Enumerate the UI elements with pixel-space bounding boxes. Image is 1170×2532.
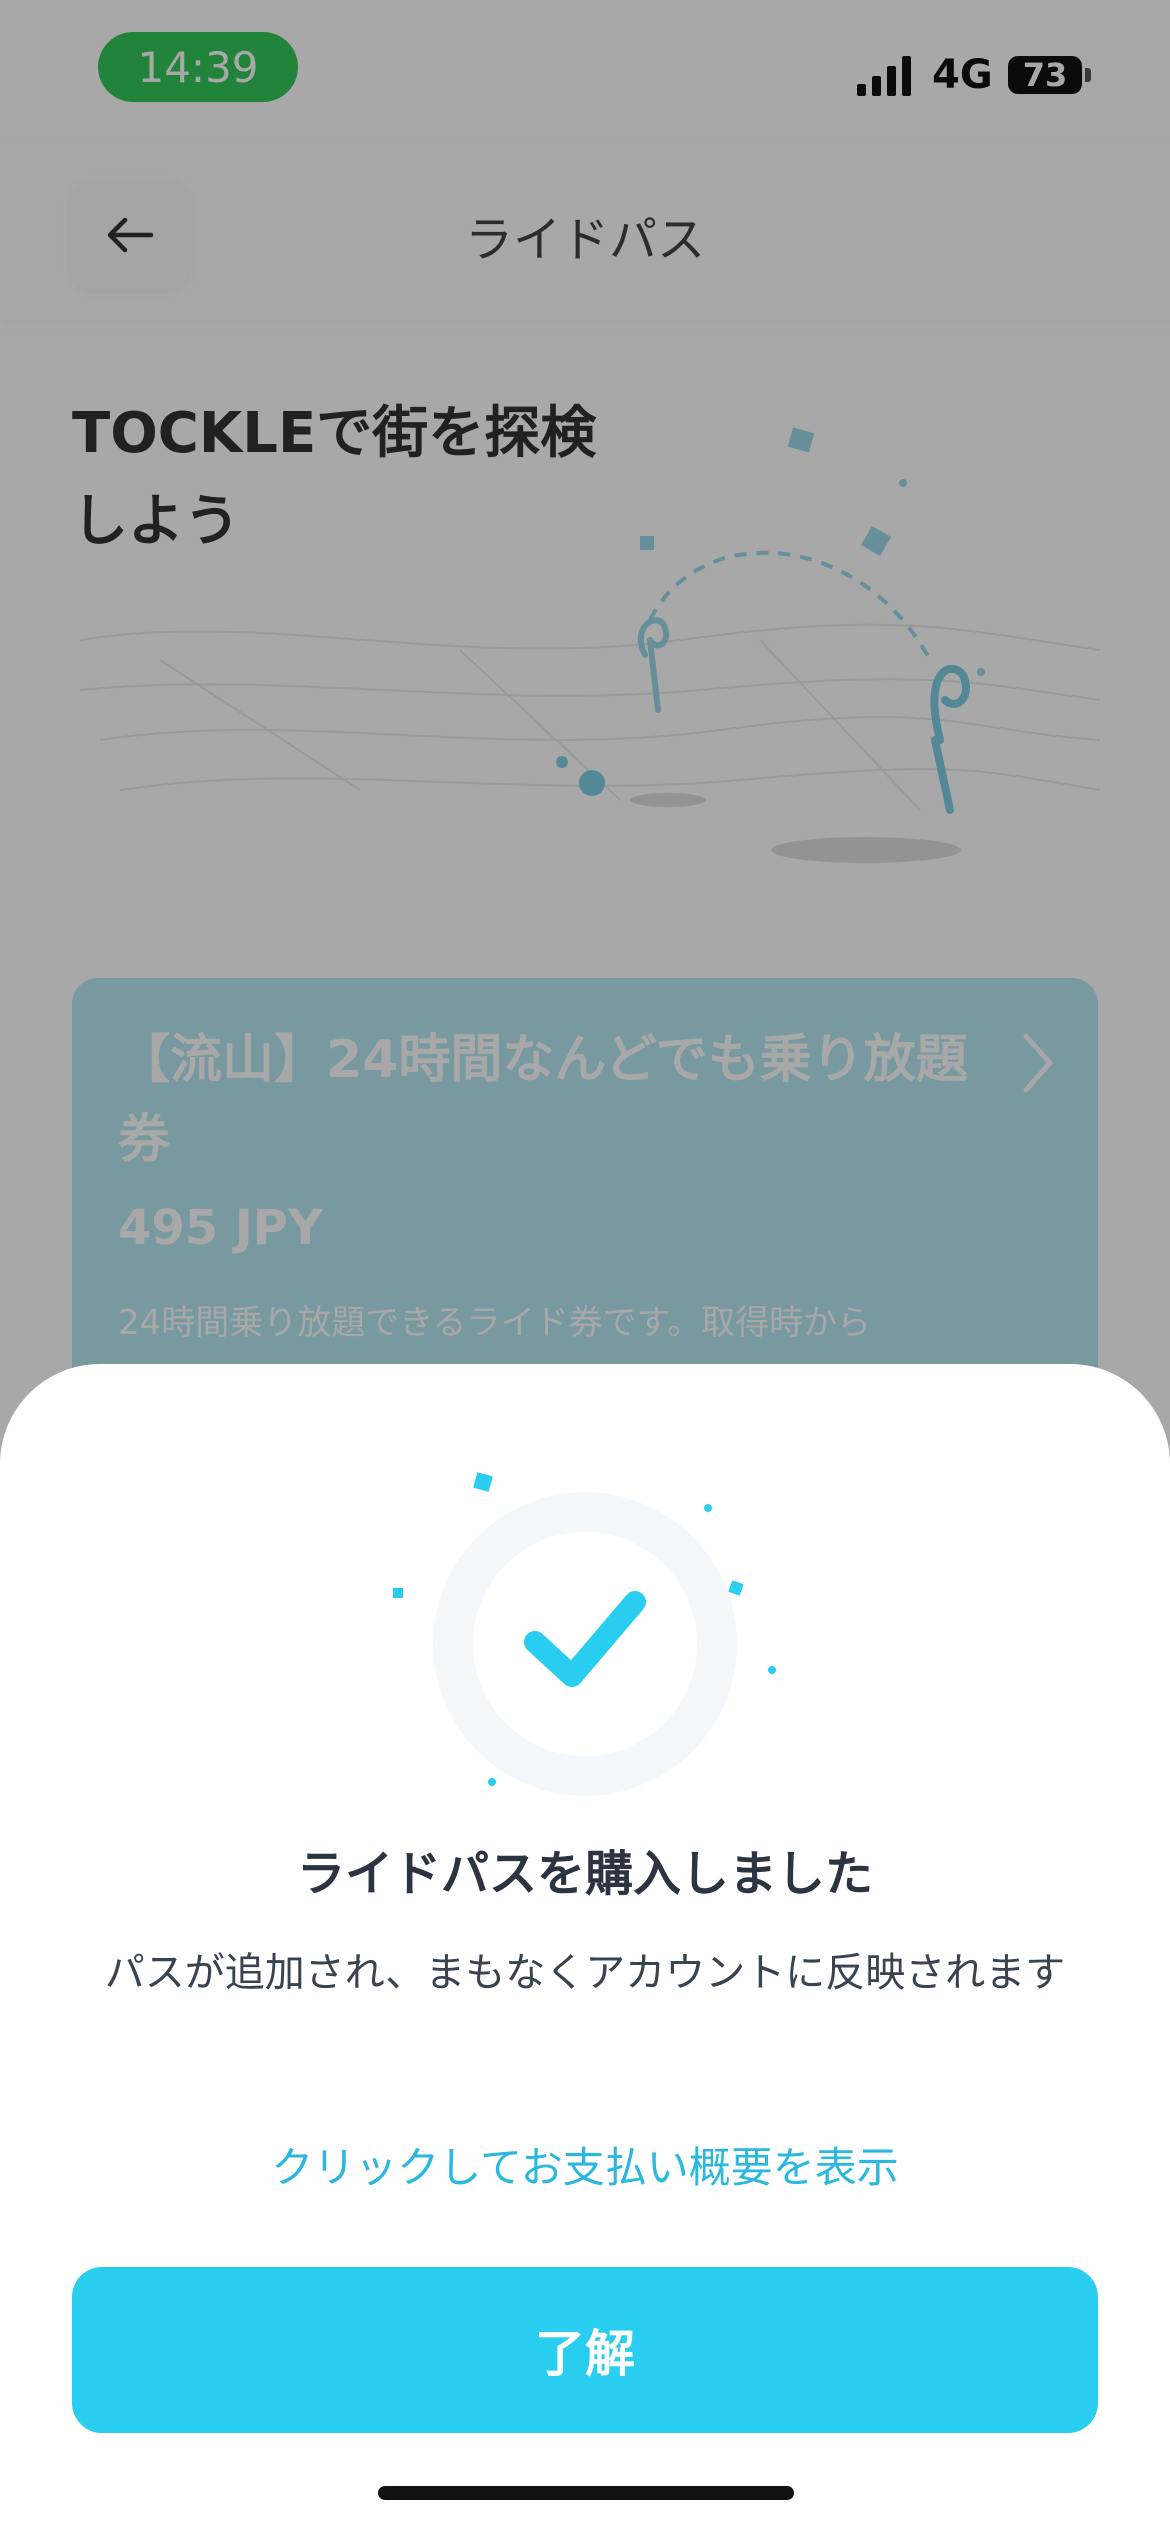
ride-pass-screen: 14:39 4G 73 ライドパス TOCKLEで街を探検しよう 【流山】24時… [0, 0, 1170, 2532]
payment-summary-link[interactable]: クリックしてお支払い概要を表示 [0, 2134, 1170, 2195]
success-check-graphic [393, 1472, 776, 1796]
dialog-title: ライドパスを購入しました [296, 1846, 873, 1902]
purchase-success-sheet: ライドパスを購入しました パスが追加され、まもなくアカウントに反映されます クリ… [0, 1364, 1170, 2532]
home-indicator [378, 2486, 794, 2500]
ok-button[interactable]: 了解 [72, 2267, 1098, 2433]
dialog-message: パスが追加され、まもなくアカウントに反映されます [104, 1950, 1066, 1996]
